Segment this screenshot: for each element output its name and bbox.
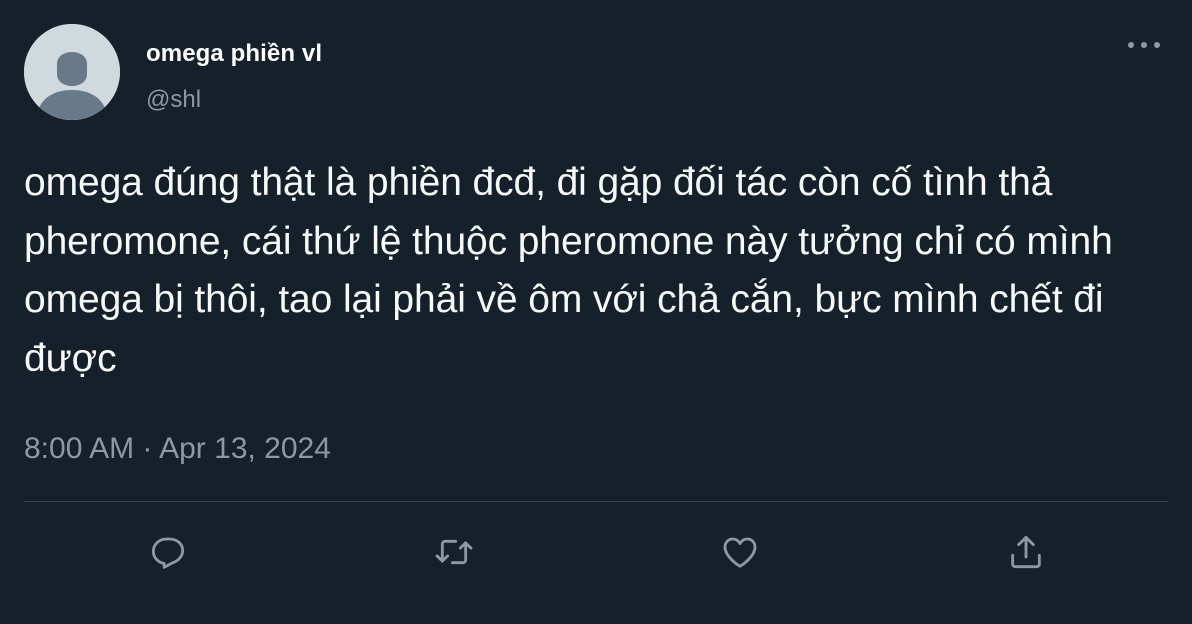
tweet-card: omega phiền vl @shl omega đúng thật là p… [0, 0, 1192, 624]
share-button[interactable] [1002, 528, 1050, 576]
share-icon [1011, 535, 1041, 569]
tweet-date: Apr 13, 2024 [159, 432, 331, 465]
user-handle[interactable]: @shl [146, 86, 201, 114]
reply-button[interactable] [144, 528, 192, 576]
meta-separator: · [142, 432, 153, 465]
display-name[interactable]: omega phiền vl [146, 40, 322, 68]
retweet-button[interactable] [430, 528, 478, 576]
default-avatar-icon [24, 24, 120, 120]
more-options-button[interactable] [1124, 30, 1164, 60]
retweet-icon [435, 539, 473, 565]
tweet-time: 8:00 AM [24, 432, 135, 465]
avatar[interactable] [24, 24, 120, 120]
like-icon [723, 537, 757, 568]
tweet-timestamp[interactable]: 8:00 AM · Apr 13, 2024 [24, 432, 331, 466]
action-bar [0, 528, 1192, 576]
reply-icon [151, 537, 185, 569]
divider [24, 501, 1168, 502]
like-button[interactable] [716, 528, 764, 576]
more-horizontal-icon [1128, 42, 1160, 48]
tweet-text: omega đúng thật là phiền đcđ, đi gặp đối… [24, 161, 1113, 380]
